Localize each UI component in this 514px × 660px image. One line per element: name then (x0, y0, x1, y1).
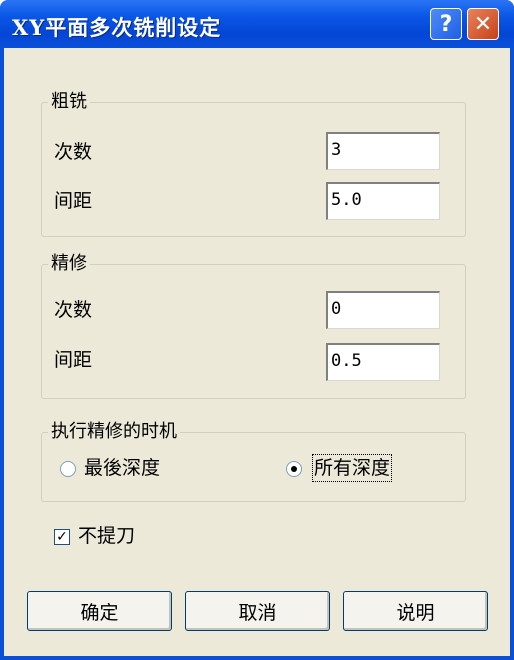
timing-legend: 执行精修的时机 (48, 421, 180, 443)
finish-count-label: 次数 (54, 299, 93, 321)
title-bar[interactable]: XY平面多次铣削设定 ? ✕ (0, 0, 514, 48)
help-icon[interactable]: ? (430, 8, 462, 40)
all-depths-label[interactable]: 所有深度 (311, 454, 393, 482)
rough-spacing-label: 间距 (54, 190, 93, 212)
finish-spacing-label: 间距 (54, 349, 93, 371)
ok-button[interactable]: 确定 (27, 591, 172, 631)
no-lift-label[interactable]: 不提刀 (78, 524, 135, 548)
finish-count-input[interactable]: 0 (326, 291, 440, 329)
rough-count-label: 次数 (54, 141, 93, 163)
help-button[interactable]: 说明 (343, 591, 488, 631)
window-title: XY平面多次铣削设定 (12, 15, 222, 40)
rough-legend: 粗铣 (48, 91, 90, 113)
close-icon[interactable]: ✕ (467, 8, 499, 40)
cancel-button[interactable]: 取消 (185, 591, 330, 631)
all-depths-radio[interactable] (286, 461, 302, 477)
no-lift-checkbox[interactable]: ✓ (54, 529, 70, 545)
rough-spacing-input[interactable]: 5.0 (326, 182, 440, 220)
finish-spacing-input[interactable]: 0.5 (326, 343, 440, 381)
dialog-body: 粗铣 次数 3 间距 5.0 精修 次数 0 间距 0.5 执行精修的时机 最後… (4, 48, 510, 656)
rough-count-input[interactable]: 3 (326, 132, 440, 170)
dialog-window: XY平面多次铣削设定 ? ✕ 粗铣 次数 3 间距 5.0 精修 次数 0 间距… (0, 0, 514, 660)
last-depth-label[interactable]: 最後深度 (84, 456, 160, 480)
last-depth-radio[interactable] (60, 461, 76, 477)
finish-legend: 精修 (48, 253, 90, 275)
